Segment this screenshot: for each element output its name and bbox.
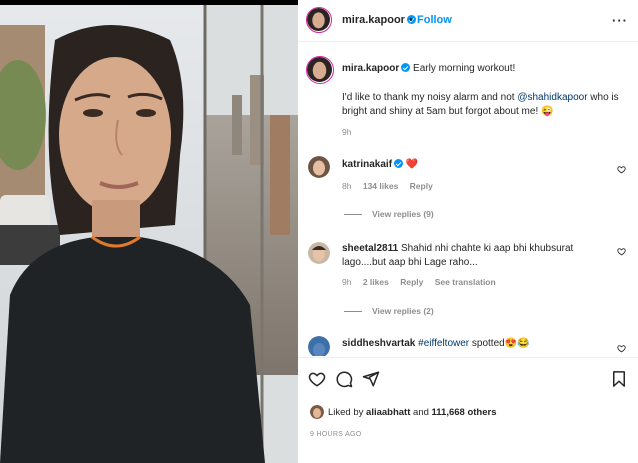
- comment-icon[interactable]: [335, 370, 353, 388]
- see-translation-button[interactable]: See translation: [435, 277, 496, 287]
- follow-button[interactable]: Follow: [417, 14, 452, 26]
- comment-hashtag[interactable]: #eiffeltower: [418, 338, 469, 349]
- comment-body: spotted😍😂: [469, 338, 530, 349]
- likes-middle: and: [410, 407, 432, 418]
- comment-meta: 8h 134 likes Reply: [342, 181, 442, 191]
- actions-divider: [298, 357, 638, 358]
- author-avatar[interactable]: [306, 7, 332, 33]
- caption-username[interactable]: mira.kapoor: [342, 63, 399, 74]
- separator: •: [409, 14, 413, 26]
- comment-username[interactable]: siddheshvartak: [342, 338, 415, 349]
- reply-button[interactable]: Reply: [400, 277, 423, 287]
- verified-icon: [401, 63, 411, 72]
- author-username[interactable]: mira.kapoor: [342, 14, 416, 26]
- reply-button[interactable]: Reply: [410, 181, 433, 191]
- commenter-avatar[interactable]: [308, 156, 330, 178]
- header-divider: [298, 41, 638, 42]
- comment-body: ❤️: [405, 159, 419, 170]
- caption-time[interactable]: 9h: [342, 127, 351, 137]
- comment-heart-icon[interactable]: [617, 165, 626, 174]
- likes-text: Liked by aliaabhatt and 111,668 others: [328, 407, 497, 418]
- liker-username[interactable]: aliaabhatt: [366, 407, 410, 418]
- share-icon[interactable]: [362, 370, 380, 388]
- comment-likes[interactable]: 134 likes: [363, 181, 398, 191]
- comment-text: siddheshvartak #eiffeltower spotted😍😂: [342, 337, 612, 351]
- comment-item: siddheshvartak #eiffeltower spotted😍😂: [298, 334, 638, 356]
- view-replies-button[interactable]: View replies (9): [344, 209, 434, 219]
- view-replies-label: View replies (2): [372, 306, 434, 316]
- caption-text-1: I'd like to thank my noisy alarm and not: [342, 92, 518, 103]
- heart-icon[interactable]: [308, 370, 326, 388]
- view-replies-button[interactable]: View replies (2): [344, 306, 434, 316]
- replies-line: [344, 214, 362, 216]
- comment-time[interactable]: 8h: [342, 181, 351, 191]
- comment-username[interactable]: katrinakaif: [342, 159, 392, 170]
- post-photo[interactable]: [0, 5, 298, 463]
- comment-text: katrinakaif ❤️: [342, 158, 612, 172]
- verified-icon: [394, 159, 404, 168]
- caption-headline: Early morning workout!: [413, 63, 516, 74]
- comment-heart-icon[interactable]: [617, 344, 626, 353]
- bookmark-icon[interactable]: [610, 370, 628, 388]
- post-timestamp[interactable]: 9 HOURS AGO: [310, 431, 362, 438]
- replies-line: [344, 311, 362, 313]
- comment-time[interactable]: 9h: [342, 277, 351, 287]
- more-icon[interactable]: ···: [612, 13, 628, 28]
- comment-username[interactable]: sheetal2811: [342, 243, 398, 254]
- likes-count[interactable]: 111,668 others: [432, 407, 497, 418]
- likes-prefix: Liked by: [328, 407, 367, 418]
- likes-summary: Liked by aliaabhatt and 111,668 others: [298, 405, 638, 421]
- comment-meta: 9h 2 likes Reply See translation: [342, 277, 505, 287]
- caption-mention[interactable]: @shahidkapoor: [517, 92, 587, 103]
- comment-heart-icon[interactable]: [617, 247, 626, 256]
- caption-headline-line: mira.kapoor Early morning workout!: [342, 62, 515, 75]
- action-bar: [298, 368, 638, 392]
- post-panel: mira.kapoor • Follow ··· mira.kapoor Ear…: [298, 0, 638, 463]
- post-header: mira.kapoor • Follow ···: [298, 5, 638, 41]
- liker-avatar[interactable]: [310, 405, 324, 419]
- commenter-avatar[interactable]: [308, 336, 330, 356]
- view-replies-label: View replies (9): [372, 209, 434, 219]
- caption-avatar[interactable]: [306, 56, 334, 84]
- comment-text: sheetal2811 Shahid nhi chahte ki aap bhi…: [342, 242, 612, 270]
- comment-likes[interactable]: 2 likes: [363, 277, 389, 287]
- caption-body: I'd like to thank my noisy alarm and not…: [342, 91, 627, 119]
- commenter-avatar[interactable]: [308, 242, 330, 264]
